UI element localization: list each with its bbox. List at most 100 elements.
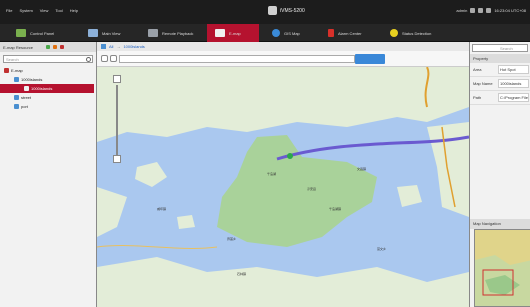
- map-icon: [14, 104, 19, 109]
- tab-main-view[interactable]: Main View: [80, 24, 138, 42]
- search-placeholder: Search: [500, 46, 513, 51]
- tab-label: Remote Playback: [162, 30, 194, 36]
- tab-remote-playback[interactable]: Remote Playback: [140, 24, 205, 42]
- tree-item-map[interactable]: 1000islands: [0, 75, 96, 84]
- map-icon: [14, 95, 19, 100]
- tab-label: E-map: [229, 30, 241, 36]
- module-tab-bar: Control Panel Main View Remote Playback …: [0, 24, 530, 42]
- app-logo-icon: [268, 6, 277, 15]
- property-value[interactable]: C:/Program Files: [498, 93, 529, 102]
- map-icon: [14, 77, 19, 82]
- back-icon[interactable]: [101, 55, 108, 62]
- breadcrumb-current[interactable]: 1000islands: [123, 44, 144, 49]
- tab-label: Status Detection: [402, 30, 432, 36]
- tab-alarm-center[interactable]: Alarm Center: [320, 24, 380, 42]
- map-label: 界首乡: [227, 237, 237, 241]
- search-icon[interactable]: [86, 57, 91, 62]
- e-map-main-area: All → 1000islands 千岛湖 淳安县 千岛湖镇 文昌镇 威坪镇 界…: [97, 42, 469, 307]
- property-row: Map Name 1000islands: [470, 77, 530, 91]
- map-navigation-minimap[interactable]: [474, 229, 530, 307]
- edit-icon[interactable]: [53, 45, 58, 49]
- map-search-button[interactable]: [355, 54, 385, 64]
- alarm-icon: [328, 29, 334, 37]
- menu: File System View Tool Help: [6, 8, 78, 13]
- tab-control-panel[interactable]: Control Panel: [8, 24, 73, 42]
- tree-label: 1000islands: [31, 86, 53, 91]
- tree-label: street: [21, 95, 32, 100]
- add-icon[interactable]: [46, 45, 51, 49]
- property-search-input[interactable]: Search: [472, 44, 528, 52]
- app-title: iVMS-5200: [268, 6, 305, 15]
- property-row: Area Hot Spot: [470, 63, 530, 77]
- tree-item-e-map[interactable]: E-map: [0, 66, 96, 75]
- map-navigation-header: Map Navigation: [470, 219, 530, 229]
- panel-header: E-map Resource: [0, 42, 96, 52]
- property-key: Path: [473, 95, 482, 100]
- tab-label: Control Panel: [30, 30, 55, 36]
- property-value[interactable]: 1000islands: [498, 79, 529, 88]
- alarm-bell-icon[interactable]: [486, 8, 492, 13]
- clock-text: 16:23:04 UTC+08: [494, 8, 526, 13]
- property-header: Property: [470, 54, 530, 63]
- tree-item-selected-map[interactable]: 1000islands: [0, 84, 94, 93]
- property-key: Area: [473, 67, 482, 72]
- status-icon: [390, 29, 398, 37]
- globe-icon: [272, 29, 280, 37]
- property-key: Map Name: [473, 81, 493, 86]
- tree-item-street[interactable]: street: [0, 93, 96, 102]
- lock-icon[interactable]: [470, 8, 476, 13]
- map-label: 文昌镇: [357, 167, 367, 171]
- tab-e-map[interactable]: E-map: [207, 24, 259, 42]
- tab-status-detection[interactable]: Status Detection: [382, 24, 452, 42]
- map-label: 千岛湖镇: [329, 207, 342, 211]
- menu-tool[interactable]: Tool: [55, 8, 62, 13]
- map-toolbar: [97, 51, 469, 67]
- map-label: 威坪镇: [157, 207, 167, 211]
- map-icon: [101, 44, 106, 49]
- settings-icon[interactable]: [478, 8, 484, 13]
- map-canvas[interactable]: 千岛湖 淳安县 千岛湖镇 文昌镇 威坪镇 界首乡 富文乡 石林镇: [97, 67, 469, 307]
- map-label: 千岛湖: [267, 172, 277, 176]
- tree-label: port: [21, 104, 28, 109]
- property-panel: Search Property Area Hot Spot Map Name 1…: [469, 42, 530, 307]
- monitor-icon: [88, 29, 98, 37]
- zoom-control: [113, 75, 121, 175]
- breadcrumb-root[interactable]: All: [109, 44, 113, 49]
- map-icon: [24, 86, 29, 91]
- map-label: 富文乡: [377, 247, 387, 251]
- breadcrumb-separator-icon: →: [116, 44, 121, 49]
- map-icon: [215, 29, 225, 37]
- menu-bar: File System View Tool Help iVMS-5200 adm…: [0, 0, 530, 24]
- menu-system[interactable]: System: [19, 8, 32, 13]
- menu-file[interactable]: File: [6, 8, 12, 13]
- minimap-graphic: [475, 255, 530, 306]
- dashboard-icon: [16, 29, 26, 37]
- tab-gis-map[interactable]: GIS Map: [264, 24, 319, 42]
- map-label: 淳安县: [307, 187, 317, 191]
- breadcrumb: All → 1000islands: [97, 42, 469, 51]
- map-search-input[interactable]: [119, 55, 355, 63]
- zoom-out-icon[interactable]: [113, 155, 121, 163]
- tab-label: Alarm Center: [338, 30, 362, 36]
- tab-label: Main View: [102, 30, 121, 36]
- e-map-resource-panel: E-map Resource Search E-map 1000islands …: [0, 42, 97, 307]
- property-row: Path C:/Program Files: [470, 91, 530, 105]
- map-label: 石林镇: [237, 272, 247, 276]
- resource-search-input[interactable]: Search: [3, 55, 93, 63]
- refresh-icon[interactable]: [110, 55, 117, 62]
- playback-icon: [148, 29, 158, 37]
- tree-label: E-map: [11, 68, 23, 73]
- menu-view[interactable]: View: [40, 8, 49, 13]
- tab-label: GIS Map: [284, 30, 300, 36]
- delete-icon[interactable]: [60, 45, 65, 49]
- property-value[interactable]: Hot Spot: [498, 65, 529, 74]
- tree-label: 1000islands: [21, 77, 43, 82]
- zoom-in-icon[interactable]: [113, 75, 121, 83]
- user-name[interactable]: admin: [456, 8, 467, 13]
- system-info: admin 16:23:04 UTC+08: [456, 8, 526, 13]
- folder-icon: [4, 68, 9, 73]
- app-title-text: iVMS-5200: [280, 7, 305, 14]
- menu-help[interactable]: Help: [70, 8, 78, 13]
- tree-item-port[interactable]: port: [0, 102, 96, 111]
- zoom-slider[interactable]: [116, 85, 118, 155]
